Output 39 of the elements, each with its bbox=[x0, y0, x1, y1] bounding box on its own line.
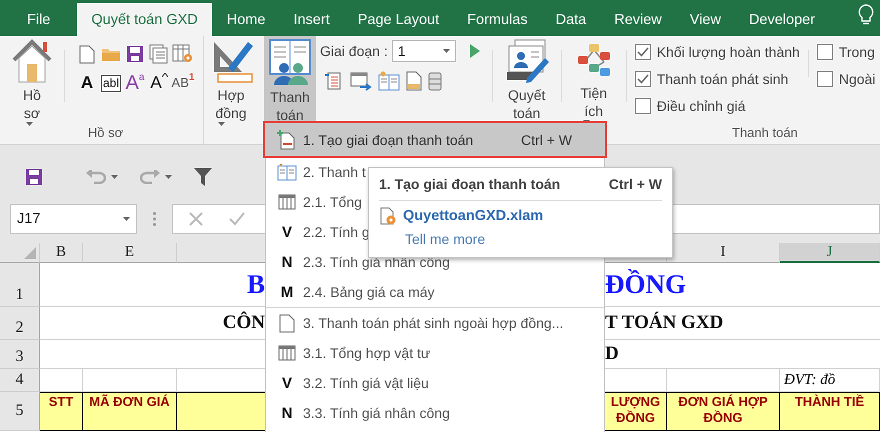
sheet-title: T TOÁN GXD bbox=[605, 312, 724, 334]
sheet-title: ĐỒNG bbox=[605, 269, 687, 300]
menu-item-label: 3. Thanh toán phát sinh ngoài hợp đồng... bbox=[303, 315, 564, 331]
sheet-title: B bbox=[246, 269, 265, 300]
column-heading-cell: LƯỢNG ĐỒNG bbox=[605, 392, 667, 431]
column-heading-cell: THÀNH TIỀ bbox=[780, 392, 880, 431]
group-label: Hồ sơ bbox=[88, 124, 124, 142]
cell-reference: J17 bbox=[17, 211, 40, 227]
checkbox-label: Ngoài bbox=[838, 71, 876, 87]
menu-item-label: 2.4. Bảng giá ca máy bbox=[303, 284, 435, 300]
column-heading-cell: STT bbox=[40, 392, 83, 431]
letter-icon: V bbox=[282, 374, 292, 392]
tooltip-title: 1. Tạo giai đoạn thanh toán bbox=[379, 176, 560, 192]
add-in-name: QuyettoanGXD.xlam bbox=[403, 208, 544, 224]
letter-icon: N bbox=[282, 404, 292, 422]
column-heading-cell: MÃ ĐƠN GIÁ bbox=[83, 392, 177, 431]
stage-value: 1 bbox=[398, 43, 406, 59]
group-label: Thanh toán bbox=[732, 124, 798, 142]
menu-item-label: 3.1. Tổng hợp vật tư bbox=[303, 345, 430, 361]
column-heading-cell: ĐƠN GIÁ HỢP ĐỒNG bbox=[667, 392, 780, 431]
menu-item-label: 3.2. Tính giá vật liệu bbox=[303, 375, 429, 391]
unit-note: ĐVT: đồ bbox=[782, 372, 836, 388]
menu-item-label: 2.3. Tính giá nhân công bbox=[303, 254, 450, 270]
shortcut-label: Ctrl + W bbox=[521, 132, 572, 148]
stage-label: Giai đoạn : bbox=[320, 43, 388, 59]
menu-item-label: 1. Tạo giai đoạn thanh toán bbox=[303, 132, 474, 148]
letter-icon: M bbox=[280, 284, 294, 300]
letter-icon: N bbox=[282, 254, 292, 270]
checkbox-label: Điều chỉnh giá bbox=[656, 98, 746, 114]
shortcut-label: Ctrl + W bbox=[608, 176, 662, 192]
checkbox-label: Trong bbox=[838, 44, 875, 60]
checkbox-label: Khối lượng hoàn thành bbox=[656, 44, 800, 60]
sheet-title: D bbox=[605, 343, 620, 365]
sheet-title: CÔN bbox=[222, 312, 265, 334]
menu-item-label: 3.3. Tính giá nhân công bbox=[303, 405, 450, 421]
letter-icon: V bbox=[282, 224, 292, 240]
menu-item-label: 2.1. Tổng bbox=[303, 194, 362, 210]
checkbox-label: Thanh toán phát sinh bbox=[656, 71, 788, 87]
menu-item-label: 2. Thanh t bbox=[303, 164, 366, 180]
